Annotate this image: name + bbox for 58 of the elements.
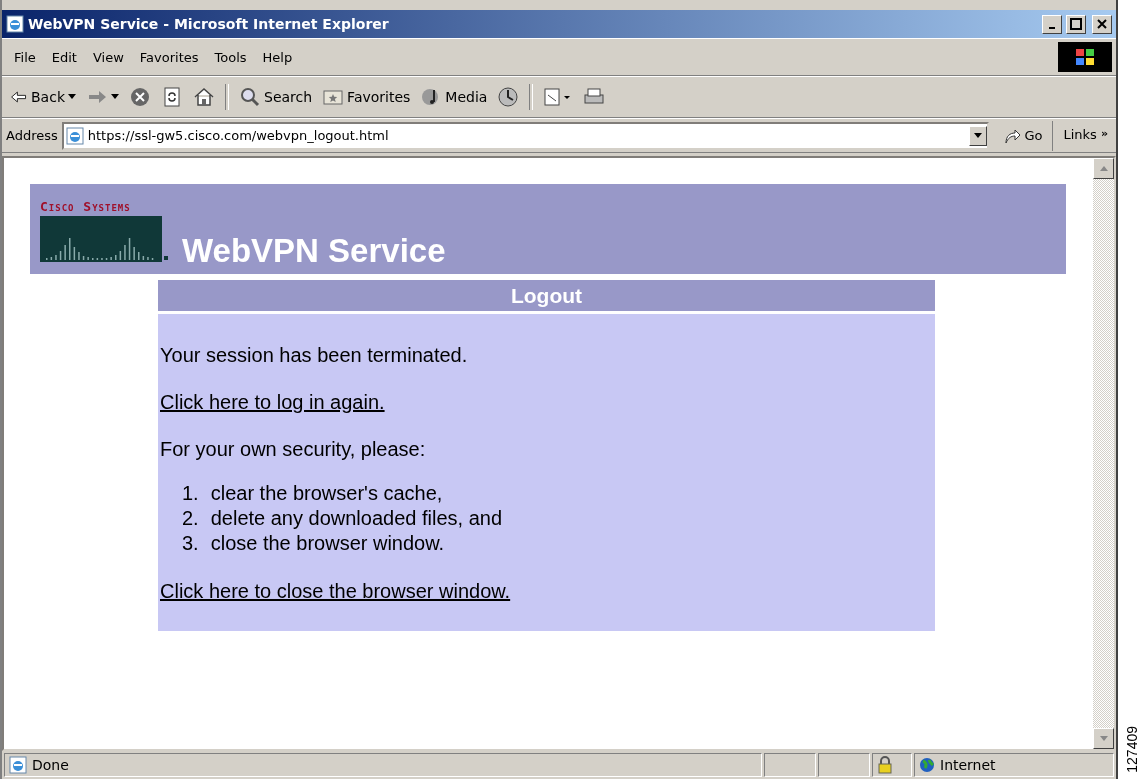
address-label: Address [6,128,58,143]
caret-icon [68,94,76,100]
menu-item[interactable]: Help [254,47,301,67]
close-icon [1097,19,1107,29]
links-button[interactable]: Links » [1057,120,1112,151]
favorites-button[interactable]: Favorites [318,84,415,110]
step-number: 3. [182,531,199,556]
maximize-button[interactable] [1066,14,1086,34]
globe-icon [919,757,935,773]
minimize-button[interactable] [1042,14,1062,34]
page-icon [65,126,84,145]
status-pane [764,753,816,777]
maximize-icon [1070,18,1082,30]
step-text: delete any downloaded files, and [210,506,502,531]
step-number: 2. [182,506,199,531]
menu-item[interactable]: Favorites [131,47,207,67]
status-text: Done [32,757,69,773]
security-text: For your own security, please: [160,438,426,460]
refresh-icon [161,86,183,108]
menu-item[interactable]: Tools [206,47,255,67]
padlock-icon [877,756,893,774]
search-icon [239,86,261,108]
up-arrow-icon [1099,166,1108,171]
page-icon [9,756,27,774]
figure-number: 127409 [1123,726,1140,773]
scrollbar[interactable] [1093,158,1114,749]
window-title: WebVPN Service - Microsoft Internet Explorer [28,16,390,32]
step-text: clear the browser's cache, [210,481,443,506]
session-message: Your session has been terminated. [160,344,469,367]
menu-item[interactable]: File [6,47,44,67]
down-arrow-icon [1099,736,1108,741]
panel-heading: Logout [158,280,935,311]
logo-bars-icon [40,216,168,262]
search-button[interactable]: Search [235,84,317,110]
menu-item[interactable]: View [84,47,132,67]
close-window-link[interactable]: Click here to close the browser window. [160,580,511,603]
go-button[interactable]: Go [993,120,1054,151]
status-pane [818,753,870,777]
caret-icon [111,94,119,100]
step-number: 1. [182,481,199,506]
caret-icon [974,132,983,139]
step-text: close the browser window. [210,531,445,556]
brand-name: Cisco Systems [40,199,132,214]
dropdown-button[interactable] [969,125,988,146]
house-icon [193,86,215,108]
back-button[interactable]: Back [6,84,80,110]
close-button[interactable] [1092,14,1112,34]
browser-icon [6,15,24,33]
clock-icon [497,86,520,108]
windows-logo-icon [1058,42,1112,72]
menu-item[interactable]: Edit [43,47,85,67]
banner-title: WebVPN Service [182,232,446,270]
media-button[interactable]: Media [416,84,492,110]
address-field[interactable]: https://ssl-gw5.cisco.com/webvpn_logout.html [61,121,990,150]
login-link[interactable]: Click here to log in again. [160,391,385,414]
zone-text: Internet [940,757,996,773]
minimize-icon [1049,27,1055,29]
stop-icon [129,86,151,108]
